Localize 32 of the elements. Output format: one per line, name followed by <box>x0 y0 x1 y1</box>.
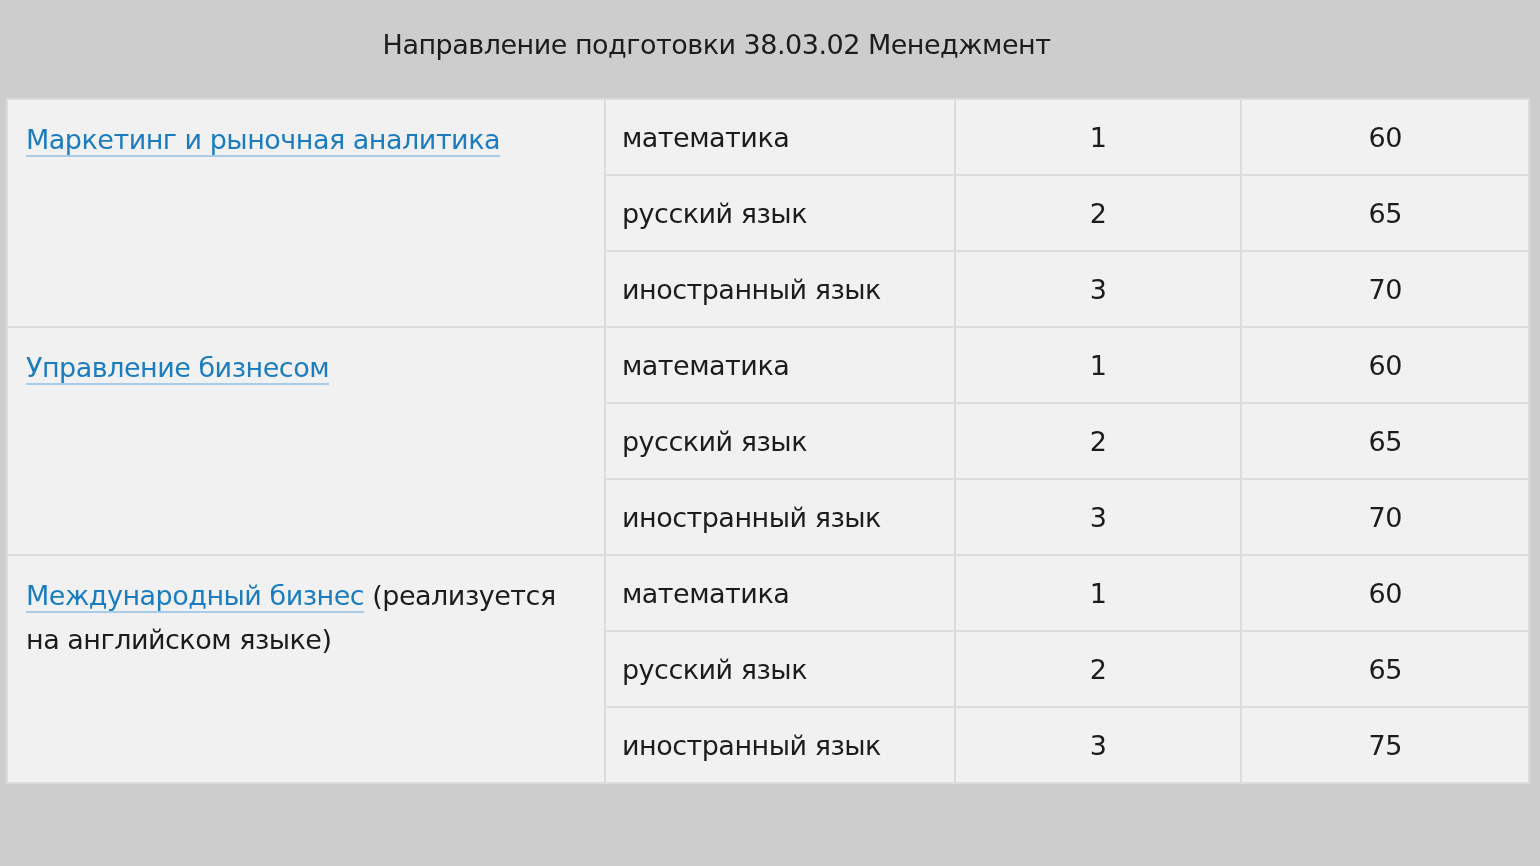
min-score: 70 <box>1368 273 1402 305</box>
min-score: 75 <box>1368 729 1402 761</box>
subject-name: русский язык <box>621 197 807 229</box>
min-score: 60 <box>1368 577 1402 609</box>
min-score: 60 <box>1368 349 1402 381</box>
program-link[interactable]: Маркетинг и рыночная аналитика <box>26 124 500 157</box>
subject-name: математика <box>621 349 790 381</box>
priority-number: 1 <box>1089 349 1107 381</box>
priority-number: 2 <box>1089 653 1107 685</box>
table-title: Направление подготовки 38.03.02 Менеджмент <box>382 28 1051 62</box>
program-name: Международный бизнес (реализуется на английском языке) <box>26 580 556 655</box>
min-score: 60 <box>1368 121 1402 153</box>
priority-number: 3 <box>1089 273 1107 305</box>
min-score: 70 <box>1368 501 1402 533</box>
subject-name: русский язык <box>621 653 807 685</box>
min-score: 65 <box>1368 425 1402 457</box>
program-link[interactable]: Международный бизнес <box>26 580 365 613</box>
priority-number: 2 <box>1089 425 1107 457</box>
subject-name: математика <box>621 121 790 153</box>
min-score: 65 <box>1368 197 1402 229</box>
subject-name: русский язык <box>621 425 807 457</box>
priority-number: 3 <box>1089 501 1107 533</box>
subject-name: математика <box>621 577 790 609</box>
min-score: 65 <box>1368 653 1402 685</box>
subject-name: иностранный язык <box>621 273 881 305</box>
priority-number: 2 <box>1089 197 1107 229</box>
priority-number: 1 <box>1089 577 1107 609</box>
subject-name: иностранный язык <box>621 729 881 761</box>
priority-number: 1 <box>1089 121 1107 153</box>
subject-name: иностранный язык <box>621 501 881 533</box>
priority-number: 3 <box>1089 729 1107 761</box>
program-link[interactable]: Управление бизнесом <box>26 352 330 385</box>
